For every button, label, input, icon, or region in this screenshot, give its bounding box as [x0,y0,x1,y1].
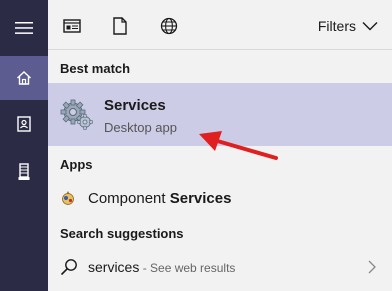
services-gear-icon [60,99,93,130]
app-result-prefix: Component [88,190,170,207]
best-match-heading: Best match [60,61,131,76]
device-button[interactable] [0,150,48,194]
side-rail [0,0,48,291]
device-icon [18,163,30,180]
app-result-match: Services [169,190,232,207]
web-filter-button[interactable] [159,16,179,36]
menu-button[interactable] [0,0,48,56]
web-suggestion-row[interactable]: services - See web results [48,252,392,284]
home-button[interactable] [0,56,48,100]
filters-label: Filters [317,18,356,34]
app-result-component-services[interactable]: Component Services [48,182,392,214]
best-match-title: Services [104,97,166,114]
filter-toolbar: Filters [48,0,392,50]
chevron-right-icon[interactable] [368,260,376,274]
web-icon [160,17,178,35]
best-match-subtitle: Desktop app [104,120,177,135]
apps-filter-button[interactable] [62,16,82,36]
search-suggestions-heading: Search suggestions [60,226,184,241]
notebook-icon [17,116,31,132]
documents-filter-button[interactable] [110,16,130,36]
suggestion-query: services [88,259,140,275]
documents-icon [113,17,127,35]
notebook-button[interactable] [0,102,48,146]
search-icon [60,259,77,276]
apps-icon [63,19,81,33]
best-match-result[interactable]: Services Desktop app [48,83,392,146]
hamburger-menu-icon [15,22,33,34]
home-icon [17,71,31,85]
app-result-label: Component Services [88,190,231,207]
filters-dropdown[interactable]: Filters [318,16,378,36]
search-results-panel: Filters Best match Services Desktop app … [48,0,392,291]
component-services-icon [62,191,74,205]
chevron-down-icon [362,22,378,31]
suggestion-hint: - See web results [139,261,236,275]
suggestion-text: services - See web results [88,259,235,275]
apps-heading: Apps [60,157,93,172]
